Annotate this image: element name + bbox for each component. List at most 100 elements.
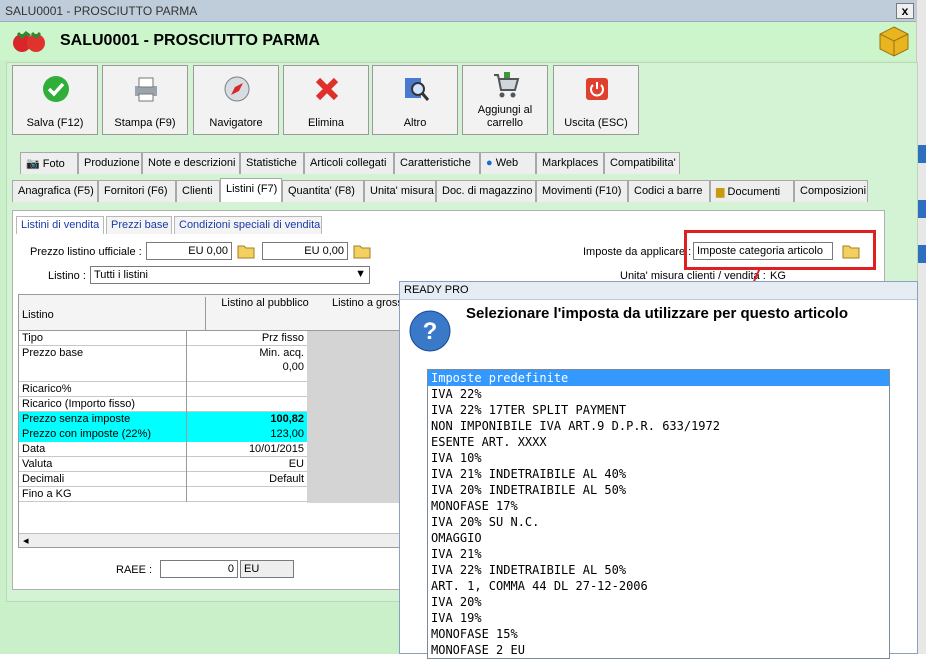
- row-label: Prezzo senza imposte: [19, 412, 187, 427]
- question-icon: ?: [409, 310, 451, 352]
- tab-unita-misura[interactable]: Unita' misura: [364, 180, 436, 202]
- price-grid: Listino Listino al pubblico Listino a gr…: [18, 294, 428, 548]
- more-button[interactable]: Altro: [372, 65, 458, 135]
- tab-foto[interactable]: 📷 Foto: [20, 152, 78, 174]
- tab-codici-barre[interactable]: Codici a barre: [628, 180, 710, 202]
- list-item[interactable]: OMAGGIO: [428, 530, 889, 546]
- table-row[interactable]: Ricarico (Importo fisso): [19, 397, 307, 412]
- row-label: Decimali: [19, 472, 187, 487]
- subtab-condizioni[interactable]: Condizioni speciali di vendita: [174, 216, 322, 234]
- list-item[interactable]: IVA 20% INDETRAIBILE AL 50%: [428, 482, 889, 498]
- printer-icon: [135, 77, 157, 102]
- row-label: Tipo: [19, 331, 187, 346]
- list-item[interactable]: MONOFASE 2 EU: [428, 642, 889, 658]
- row-value: EU: [288, 458, 304, 470]
- delete-button[interactable]: Elimina: [283, 65, 369, 135]
- tab-web[interactable]: ● Web: [480, 152, 536, 174]
- table-row[interactable]: Ricarico%: [19, 382, 307, 397]
- tab-produzione[interactable]: Produzione: [78, 152, 142, 174]
- listino-select[interactable]: Tutti i listini ▼: [90, 266, 370, 284]
- tab-markplaces[interactable]: Markplaces: [536, 152, 604, 174]
- svg-text:?: ?: [423, 318, 438, 345]
- tab-quantita[interactable]: Quantita' (F8): [282, 180, 364, 202]
- list-item[interactable]: MONOFASE 15%: [428, 626, 889, 642]
- tab-clienti[interactable]: Clienti: [176, 180, 220, 202]
- table-row[interactable]: Tipo Prz fisso: [19, 331, 307, 346]
- list-item[interactable]: IVA 20%: [428, 594, 889, 610]
- list-item[interactable]: MONOFASE 17%: [428, 498, 889, 514]
- add-to-cart-button[interactable]: Aggiungi al carrello: [462, 65, 548, 135]
- grid-scrollbar[interactable]: ◂: [19, 533, 427, 547]
- cart-icon: [494, 72, 520, 98]
- prezzo-field-1[interactable]: EU 0,00: [146, 242, 232, 260]
- folder-icon: ▆: [716, 186, 728, 198]
- list-item[interactable]: IVA 10%: [428, 450, 889, 466]
- tab-compatibilita[interactable]: Compatibilita': [604, 152, 680, 174]
- exit-button[interactable]: Uscita (ESC): [553, 65, 639, 135]
- table-row[interactable]: Prezzo senza imposte 100,82: [19, 412, 307, 427]
- listino-label: Listino :: [48, 270, 86, 282]
- table-row[interactable]: Fino a KG: [19, 487, 307, 502]
- raee-field[interactable]: 0: [160, 560, 238, 578]
- row-label: Ricarico (Importo fisso): [19, 397, 187, 412]
- subtab-listini-vendita[interactable]: Listini di vendita: [16, 216, 104, 234]
- prezzo-label: Prezzo listino ufficiale :: [30, 246, 142, 258]
- strawberry-icon: [13, 31, 45, 52]
- tab-statistiche[interactable]: Statistiche: [240, 152, 304, 174]
- boxes-icon[interactable]: [878, 25, 910, 57]
- close-button[interactable]: x: [896, 3, 914, 19]
- list-item[interactable]: ART. 1, COMMA 44 DL 27-12-2006: [428, 578, 889, 594]
- row-label: Fino a KG: [19, 487, 187, 502]
- prezzo-field-2[interactable]: EU 0,00: [262, 242, 348, 260]
- table-row[interactable]: Prezzo con imposte (22%) 123,00: [19, 427, 307, 442]
- dialog-title: READY PRO: [400, 282, 917, 300]
- row-label: Prezzo base: [19, 346, 187, 382]
- dialog-question: Selezionare l'imposta da utilizzare per …: [466, 305, 848, 322]
- row-value-2: 0,00: [282, 361, 304, 373]
- subtab-prezzi-base[interactable]: Prezzi base: [106, 216, 172, 234]
- table-row[interactable]: Data 10/01/2015: [19, 442, 307, 457]
- check-icon: [43, 76, 69, 102]
- list-item[interactable]: IVA 21% INDETRAIBILE AL 40%: [428, 466, 889, 482]
- tab-anagrafica[interactable]: Anagrafica (F5): [12, 180, 98, 202]
- tax-list[interactable]: Imposte predefinite IVA 22% IVA 22% 17TER …: [427, 369, 890, 659]
- window-titlebar: SALU0001 - PROSCIUTTO PARMA x: [0, 0, 916, 22]
- list-item[interactable]: IVA 20% SU N.C.: [428, 514, 889, 530]
- tab-fornitori[interactable]: Fornitori (F6): [98, 180, 176, 202]
- tab-movimenti[interactable]: Movimenti (F10): [536, 180, 628, 202]
- list-item[interactable]: ESENTE ART. XXXX: [428, 434, 889, 450]
- arrow-left-icon[interactable]: ◂: [23, 534, 29, 547]
- tab-listini[interactable]: Listini (F7): [220, 178, 282, 202]
- tab-articoli-collegati[interactable]: Articoli collegati: [304, 152, 394, 174]
- list-item[interactable]: Imposte predefinite: [428, 370, 889, 386]
- row-value: [187, 382, 307, 397]
- tab-documenti[interactable]: ▆ Documenti: [710, 180, 794, 202]
- row-label: Prezzo con imposte (22%): [19, 427, 187, 442]
- list-item[interactable]: IVA 19%: [428, 610, 889, 626]
- tab-doc-magazzino[interactable]: Doc. di magazzino: [436, 180, 536, 202]
- table-row[interactable]: Prezzo base Min. acq. 0,00: [19, 346, 307, 382]
- list-item[interactable]: NON IMPONIBILE IVA ART.9 D.P.R. 633/1972: [428, 418, 889, 434]
- raee-label: RAEE :: [116, 564, 153, 576]
- tab-composizioni[interactable]: Composizioni: [794, 180, 868, 202]
- print-button[interactable]: Stampa (F9): [102, 65, 188, 135]
- navigator-button[interactable]: Navigatore: [193, 65, 279, 135]
- tab-caratteristiche[interactable]: Caratteristiche: [394, 152, 480, 174]
- table-row[interactable]: Decimali Default: [19, 472, 307, 487]
- power-icon: [586, 78, 608, 100]
- tax-selection-dialog: READY PRO ? Selezionare l'imposta da uti…: [399, 281, 918, 659]
- list-item[interactable]: IVA 22%: [428, 386, 889, 402]
- magnifier-icon: [405, 78, 430, 101]
- row-value: 10/01/2015: [248, 443, 304, 455]
- folder-icon[interactable]: [352, 242, 372, 260]
- list-item[interactable]: IVA 22% 17TER SPLIT PAYMENT: [428, 402, 889, 418]
- delete-x-icon: [315, 77, 339, 101]
- folder-icon[interactable]: [236, 242, 256, 260]
- list-item[interactable]: IVA 22% INDETRAIBILE AL 50%: [428, 562, 889, 578]
- list-item[interactable]: IVA 21%: [428, 546, 889, 562]
- table-row[interactable]: Valuta EU: [19, 457, 307, 472]
- page-title: SALU0001 - PROSCIUTTO PARMA: [60, 32, 320, 49]
- save-button[interactable]: Salva (F12): [12, 65, 98, 135]
- window-title: SALU0001 - PROSCIUTTO PARMA: [5, 4, 198, 18]
- tab-note[interactable]: Note e descrizioni: [142, 152, 240, 174]
